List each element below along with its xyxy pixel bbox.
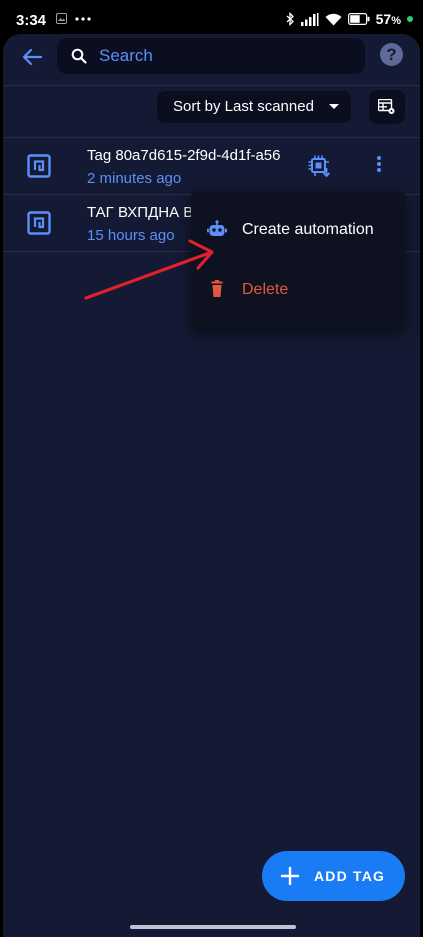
image-notification-icon	[56, 13, 67, 24]
robot-icon	[207, 220, 227, 236]
signal-icon	[300, 12, 319, 26]
search-bar[interactable]	[57, 38, 365, 74]
home-indicator[interactable]	[130, 925, 296, 929]
menu-item-delete[interactable]: Delete	[191, 265, 405, 315]
add-tag-label: ADD TAG	[314, 868, 386, 884]
menu-item-label: Create automation	[242, 221, 374, 238]
trash-icon	[211, 280, 223, 297]
sort-dropdown[interactable]: Sort by Last scanned	[157, 91, 351, 123]
nfc-tag-icon	[27, 211, 51, 235]
menu-item-create-automation[interactable]: Create automation	[191, 205, 405, 255]
battery-percent: 57%	[376, 11, 401, 27]
write-chip-icon[interactable]	[307, 154, 331, 178]
tag-title: Tag 80a7d615-2f9d-4d1f-a56	[87, 147, 281, 164]
arrow-left-icon	[22, 48, 43, 66]
more-notifications-icon	[75, 16, 91, 21]
status-notification-icons	[56, 13, 91, 24]
back-button[interactable]	[19, 44, 45, 70]
menu-item-label: Delete	[242, 281, 289, 298]
status-time: 3:34	[16, 12, 47, 29]
wifi-icon	[325, 13, 342, 25]
plus-icon	[280, 866, 300, 886]
nfc-tag-icon	[27, 154, 51, 178]
divider	[3, 85, 420, 86]
caret-down-icon	[329, 104, 339, 109]
top-bar: ?	[3, 34, 420, 80]
tag-last-scanned: 15 hours ago	[87, 227, 175, 244]
add-tag-button[interactable]: ADD TAG	[262, 851, 405, 901]
bluetooth-icon	[286, 12, 294, 26]
search-icon	[71, 48, 87, 64]
tag-last-scanned: 2 minutes ago	[87, 170, 182, 187]
table-settings-icon	[378, 99, 395, 114]
tag-context-menu: Create automation Delete	[191, 192, 405, 328]
tag-row[interactable]: Tag 80a7d615-2f9d-4d1f-a56 2 minutes ago	[3, 137, 420, 194]
search-input[interactable]	[99, 38, 349, 74]
status-system-icons: 57%	[286, 11, 413, 27]
active-indicator-dot	[407, 16, 413, 22]
app-screen: ? Sort by Last scanned Tag 80a7d615-2f9d…	[3, 34, 420, 937]
sort-label: Sort by Last scanned	[173, 98, 314, 115]
help-button[interactable]: ?	[380, 43, 403, 66]
battery-icon	[347, 13, 370, 25]
battery-value: 57	[375, 11, 392, 27]
more-options-icon[interactable]	[371, 154, 387, 178]
table-settings-button[interactable]	[369, 90, 405, 124]
battery-unit: %	[391, 15, 401, 27]
